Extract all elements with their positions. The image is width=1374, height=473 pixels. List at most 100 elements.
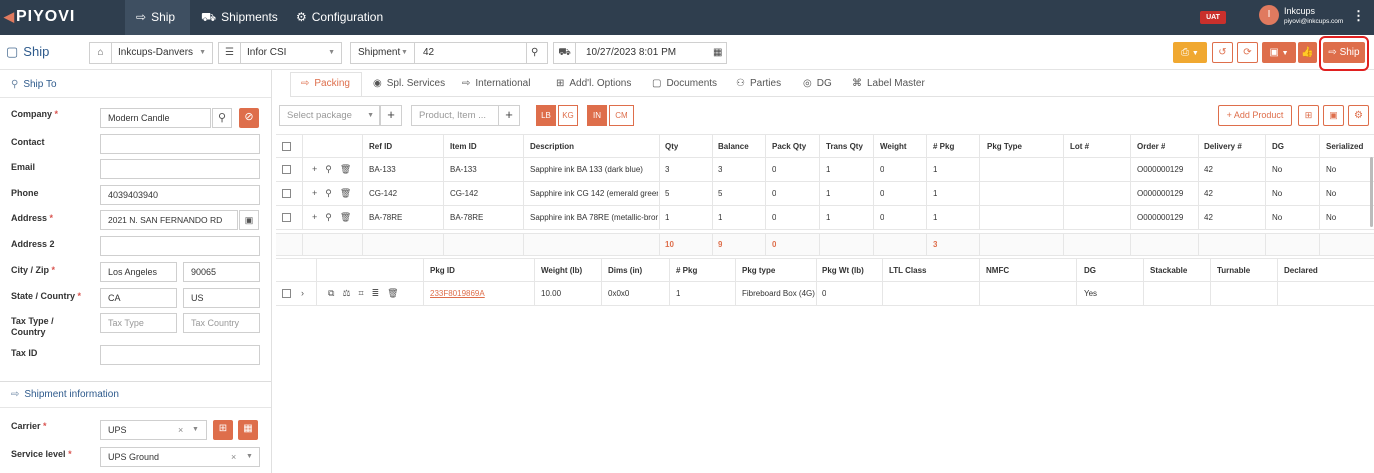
tax-country-field[interactable]: Tax Country bbox=[183, 313, 260, 333]
col-declared[interactable]: Declared bbox=[1284, 259, 1318, 282]
col-pkg-dims[interactable]: Dims (in) bbox=[608, 259, 642, 282]
nav-configuration[interactable]: ⚙ Configuration bbox=[285, 0, 394, 35]
tab-dg[interactable]: ◎ DG bbox=[803, 72, 832, 96]
ship-to-header[interactable]: ⚲ Ship To bbox=[0, 72, 271, 98]
search-icon[interactable]: ⚲ bbox=[531, 43, 538, 63]
col-ltl-class[interactable]: LTL Class bbox=[889, 259, 927, 282]
save-button[interactable]: ▣ ▼ bbox=[1262, 42, 1296, 63]
unit-cm-toggle[interactable]: CM bbox=[609, 105, 634, 126]
col-pkg-type[interactable]: Pkg type bbox=[742, 259, 775, 282]
plus-icon[interactable]: + bbox=[312, 206, 317, 229]
carrier-select[interactable]: UPS × ▼ bbox=[100, 420, 207, 440]
tax-type-field[interactable]: Tax Type bbox=[100, 313, 177, 333]
col-pkg-dg[interactable]: DG bbox=[1084, 259, 1096, 282]
avatar[interactable]: I bbox=[1259, 5, 1279, 25]
location-select[interactable]: ⌂ Inkcups-Danvers ▼ bbox=[89, 42, 213, 64]
expand-chevron-icon[interactable]: › bbox=[301, 282, 304, 305]
product-search-input[interactable]: Product, Item ... bbox=[411, 105, 499, 126]
cell-pkg-dg[interactable]: Yes bbox=[1084, 282, 1097, 305]
cell-pkg-count[interactable]: 1 bbox=[676, 282, 680, 305]
col-dg[interactable]: DG bbox=[1272, 135, 1284, 158]
table-row[interactable]: + ⚲ 🗑 CG-142 CG-142 Sapphire ink CG 142 (e… bbox=[276, 182, 1374, 206]
carrier-rate-button[interactable]: ⊞ bbox=[213, 420, 233, 440]
add-item-button[interactable]: + bbox=[498, 105, 520, 126]
col-item-id[interactable]: Item ID bbox=[450, 135, 477, 158]
tab-packing[interactable]: ⇨ Packing bbox=[301, 72, 350, 96]
tab-label-master[interactable]: ⌘ Label Master bbox=[852, 72, 925, 96]
grid-icon[interactable]: ⌗ bbox=[359, 282, 364, 305]
zip-field[interactable]: 90065 bbox=[183, 262, 260, 282]
cell-pkg-count[interactable]: 1 bbox=[933, 206, 937, 229]
ref-type-value[interactable]: Shipment bbox=[358, 43, 400, 63]
address2-field[interactable] bbox=[100, 236, 260, 256]
col-pkg-count[interactable]: # Pkg bbox=[933, 135, 954, 158]
search-icon[interactable]: ⚲ bbox=[325, 206, 332, 229]
search-icon[interactable]: ⚲ bbox=[325, 182, 332, 205]
add-package-button[interactable]: + bbox=[380, 105, 402, 126]
unit-in-toggle[interactable]: IN bbox=[587, 105, 607, 126]
table-row[interactable]: + ⚲ 🗑 BA-78RE BA-78RE Sapphire ink BA 78RE… bbox=[276, 206, 1374, 230]
ship-date-value[interactable]: 10/27/2023 8:01 PM bbox=[586, 43, 676, 63]
tab-spl-services[interactable]: ◉ Spl. Services bbox=[373, 72, 445, 96]
col-order[interactable]: Order # bbox=[1137, 135, 1165, 158]
table-scrollbar[interactable] bbox=[1370, 157, 1373, 227]
tax-id-field[interactable] bbox=[100, 345, 260, 365]
cell-weight[interactable]: 0 bbox=[880, 158, 884, 181]
cell-trans-qty[interactable]: 1 bbox=[826, 206, 830, 229]
history-button[interactable]: ↺ bbox=[1212, 42, 1233, 63]
city-field[interactable]: Los Angeles bbox=[100, 262, 177, 282]
ref-value[interactable]: 42 bbox=[423, 43, 434, 63]
address-book-button[interactable]: ▣ bbox=[239, 210, 259, 230]
refresh-button[interactable]: ⟳ bbox=[1237, 42, 1258, 63]
row-checkbox[interactable] bbox=[282, 189, 291, 198]
service-level-select[interactable]: UPS Ground × ▼ bbox=[100, 447, 260, 467]
cell-trans-qty[interactable]: 1 bbox=[826, 182, 830, 205]
package-row[interactable]: › ⧉ ⚖ ⌗ ≣ 🗑 233F8019869A 10.00 0x0x0 1 Fibre… bbox=[276, 282, 1374, 306]
col-qty[interactable]: Qty bbox=[665, 135, 678, 158]
row-checkbox[interactable] bbox=[282, 289, 291, 298]
col-balance[interactable]: Balance bbox=[718, 135, 749, 158]
unit-kg-toggle[interactable]: KG bbox=[558, 105, 578, 126]
cell-pkg-weight[interactable]: 10.00 bbox=[541, 282, 561, 305]
col-trans-qty[interactable]: Trans Qty bbox=[826, 135, 863, 158]
calendar-icon[interactable]: ▦ bbox=[713, 43, 722, 63]
address-field[interactable]: 2021 N. SAN FERNANDO RD bbox=[100, 210, 238, 230]
cell-weight[interactable]: 0 bbox=[880, 206, 884, 229]
contact-field[interactable] bbox=[100, 134, 260, 154]
phone-field[interactable]: 4039403940 bbox=[100, 185, 260, 205]
user-name[interactable]: Inkcups bbox=[1284, 6, 1315, 16]
tab-parties[interactable]: ⚇ Parties bbox=[736, 72, 781, 96]
piyovi-logo[interactable]: ◀PIYOVI bbox=[4, 8, 75, 26]
col-description[interactable]: Description bbox=[530, 135, 574, 158]
erp-select[interactable]: ☰ Infor CSI ▼ bbox=[218, 42, 342, 64]
col-pkg-wt[interactable]: Pkg Wt (lb) bbox=[822, 259, 864, 282]
trash-icon[interactable]: 🗑 bbox=[340, 206, 351, 229]
clear-icon[interactable]: × bbox=[178, 421, 183, 439]
copy-icon[interactable]: ⧉ bbox=[328, 282, 334, 305]
cell-trans-qty[interactable]: 1 bbox=[826, 158, 830, 181]
trash-icon[interactable]: 🗑 bbox=[340, 182, 351, 205]
kebab-menu-icon[interactable]: ⋮ bbox=[1352, 8, 1365, 24]
col-ref-id[interactable]: Ref ID bbox=[369, 135, 392, 158]
add-product-button[interactable]: + Add Product bbox=[1218, 105, 1292, 126]
country-field[interactable]: US bbox=[183, 288, 260, 308]
col-pack-qty[interactable]: Pack Qty bbox=[772, 135, 806, 158]
print-button[interactable]: ⎙ ▼ bbox=[1173, 42, 1207, 63]
clear-icon[interactable]: × bbox=[231, 448, 236, 466]
list-icon[interactable]: ≣ bbox=[372, 282, 380, 305]
col-pkg-weight[interactable]: Weight (lb) bbox=[541, 259, 582, 282]
pack-all-button[interactable]: ⊞ bbox=[1298, 105, 1319, 126]
select-all-checkbox[interactable] bbox=[282, 142, 291, 151]
col-pkg-type[interactable]: Pkg Type bbox=[987, 135, 1022, 158]
col-serialized[interactable]: Serialized bbox=[1326, 135, 1363, 158]
company-search-button[interactable]: ⚲ bbox=[212, 108, 232, 128]
plus-icon[interactable]: + bbox=[312, 158, 317, 181]
cell-pkg-count[interactable]: 1 bbox=[933, 182, 937, 205]
col-weight[interactable]: Weight bbox=[880, 135, 907, 158]
cell-pkg-count[interactable]: 1 bbox=[933, 158, 937, 181]
cell-pkg-type[interactable]: Fibreboard Box (4G) bbox=[742, 282, 815, 305]
select-package-dropdown[interactable]: Select package ▼ bbox=[279, 105, 380, 126]
cell-pack-qty[interactable]: 0 bbox=[772, 182, 776, 205]
scale-icon[interactable]: ⚖ bbox=[342, 282, 350, 305]
ship-date-field[interactable]: ⛟ 10/27/2023 8:01 PM ▦ bbox=[553, 42, 727, 64]
